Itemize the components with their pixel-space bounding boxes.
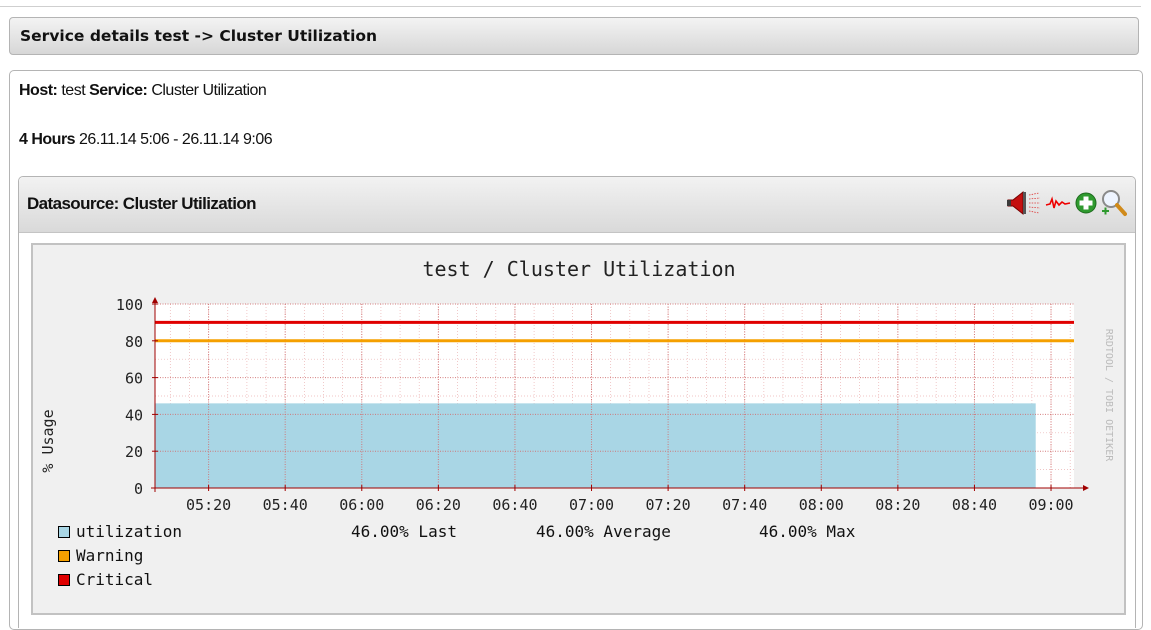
legend-max: 46.00% Max xyxy=(759,522,856,541)
x-tick-label: 07:20 xyxy=(646,496,691,514)
legend-label-utilization: utilization xyxy=(76,522,182,541)
datasource-header: Datasource: Cluster Utilization xyxy=(19,177,1135,233)
x-tick-label: 07:40 xyxy=(722,496,767,514)
rrdtool-watermark: RRDTOOL / TOBI OETIKER xyxy=(1103,329,1114,462)
period-range: 26.11.14 5:06 - 26.11.14 9:06 xyxy=(79,131,273,148)
legend-label-critical: Critical xyxy=(76,570,153,589)
page-title: Service details test -> Cluster Utilizat… xyxy=(20,27,378,45)
datasource-title: Datasource: Cluster Utilization xyxy=(27,194,256,213)
x-tick-label: 06:40 xyxy=(492,496,537,514)
datasource-box: Datasource: Cluster Utilization test / C… xyxy=(18,176,1136,628)
top-divider xyxy=(0,6,1141,7)
service-label: Service: xyxy=(89,82,148,99)
x-tick-label: 08:20 xyxy=(875,496,920,514)
rrd-graph: test / Cluster Utilization % Usage RRDTO… xyxy=(31,243,1126,615)
x-tick-label: 09:00 xyxy=(1028,496,1073,514)
plot-area: 0 20 40 60 80 100 05:20 05:40 06:00 06:20 06:40 07:… xyxy=(116,296,1089,514)
x-tick-label: 05:40 xyxy=(263,496,308,514)
legend-swatch-critical xyxy=(58,574,70,586)
y-tick-label: 0 xyxy=(134,480,143,498)
legend-swatch-warning xyxy=(58,550,70,562)
host-service-line: Host: test Service: Cluster Utilization xyxy=(19,82,267,100)
zoom-icon[interactable] xyxy=(1101,189,1127,217)
period-label: 4 Hours xyxy=(19,131,76,148)
x-tick-label: 06:20 xyxy=(416,496,461,514)
series-utilization-area xyxy=(155,403,1036,488)
y-tick-label: 80 xyxy=(125,333,143,351)
x-tick-label: 08:00 xyxy=(799,496,844,514)
datasource-actions xyxy=(1005,188,1127,218)
legend-average: 46.00% Average xyxy=(536,522,671,541)
y-tick-label: 20 xyxy=(125,443,143,461)
y-tick-label: 40 xyxy=(125,406,143,424)
x-tick-label: 07:00 xyxy=(569,496,614,514)
y-tick-label: 100 xyxy=(116,296,143,314)
x-tick-label: 08:40 xyxy=(952,496,997,514)
page-header: Service details test -> Cluster Utilizat… xyxy=(9,17,1139,55)
x-tick-label: 06:00 xyxy=(339,496,384,514)
service-value: Cluster Utilization xyxy=(151,82,267,99)
legend-swatch-utilization xyxy=(58,526,70,538)
chart-title: test / Cluster Utilization xyxy=(422,257,735,281)
megaphone-icon[interactable] xyxy=(1005,189,1041,217)
y-axis-label: % Usage xyxy=(39,409,57,472)
legend-last: 46.00% Last xyxy=(351,522,457,541)
host-label: Host: xyxy=(19,82,58,99)
legend-label-warning: Warning xyxy=(76,546,143,565)
x-tick-label: 05:20 xyxy=(186,496,231,514)
graph-line-icon[interactable] xyxy=(1045,193,1071,213)
host-value: test xyxy=(61,82,86,99)
add-icon[interactable] xyxy=(1075,192,1097,214)
y-tick-label: 60 xyxy=(125,370,143,388)
rrd-graph-svg: test / Cluster Utilization % Usage RRDTO… xyxy=(33,245,1124,613)
period-line: 4 Hours 26.11.14 5:06 - 26.11.14 9:06 xyxy=(19,131,273,149)
